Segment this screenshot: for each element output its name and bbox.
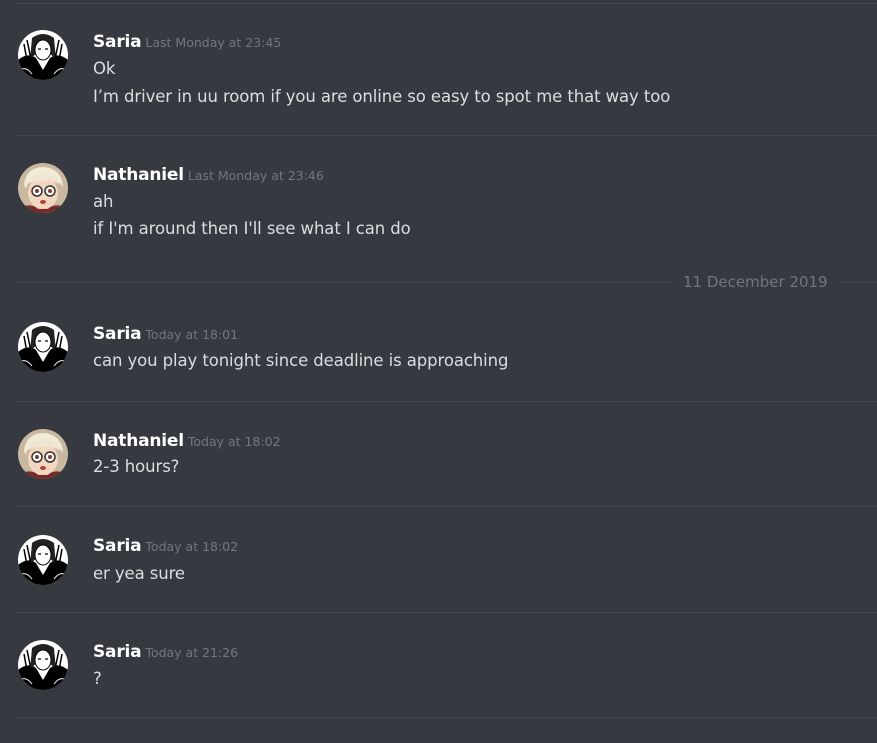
- timestamp[interactable]: Today at 18:02: [145, 539, 238, 554]
- anime-boy-glasses-avatar-icon: [18, 429, 68, 479]
- timestamp[interactable]: Today at 21:26: [145, 645, 238, 660]
- timestamp[interactable]: Last Monday at 23:45: [145, 35, 281, 50]
- manga-girl-avatar-icon: [18, 30, 68, 80]
- username[interactable]: Saria: [93, 642, 142, 662]
- username[interactable]: Nathaniel: [93, 431, 184, 451]
- message-text: ?: [93, 669, 102, 688]
- username[interactable]: Saria: [93, 536, 142, 556]
- message-text: ah: [93, 192, 114, 211]
- timestamp[interactable]: Today at 18:02: [188, 434, 281, 449]
- avatar[interactable]: [18, 163, 68, 213]
- username[interactable]: Saria: [93, 324, 142, 344]
- message-text: Ok: [93, 59, 116, 78]
- message-divider: [16, 612, 877, 613]
- avatar[interactable]: [18, 640, 68, 690]
- message-text: can you play tonight since deadline is a…: [93, 351, 509, 370]
- anime-boy-glasses-avatar-icon: [18, 163, 68, 213]
- username[interactable]: Nathaniel: [93, 165, 184, 185]
- message-text: er yea sure: [93, 564, 185, 583]
- manga-girl-avatar-icon: [18, 322, 68, 372]
- manga-girl-avatar-icon: [18, 640, 68, 690]
- manga-girl-avatar-icon: [18, 535, 68, 585]
- message-divider: [16, 506, 877, 507]
- message-text: if I'm around then I'll see what I can d…: [93, 219, 411, 238]
- avatar[interactable]: [18, 535, 68, 585]
- avatar[interactable]: [18, 322, 68, 372]
- message-text: 2-3 hours?: [93, 457, 180, 476]
- message-divider: [16, 401, 877, 402]
- message-divider: [16, 3, 877, 4]
- timestamp[interactable]: Last Monday at 23:46: [188, 168, 324, 183]
- username[interactable]: Saria: [93, 32, 142, 52]
- avatar[interactable]: [18, 30, 68, 80]
- message-text: I’m driver in uu room if you are online …: [93, 87, 671, 106]
- message-divider: [16, 135, 877, 136]
- message-divider: [16, 717, 877, 718]
- date-divider-label: 11 December 2019: [673, 272, 838, 292]
- timestamp[interactable]: Today at 18:01: [145, 327, 238, 342]
- avatar[interactable]: [18, 429, 68, 479]
